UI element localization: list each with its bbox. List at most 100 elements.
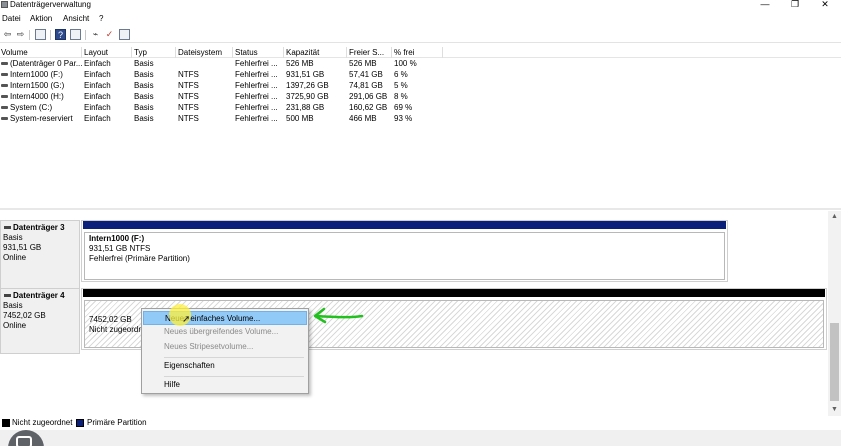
cell-volume: Intern4000 (H:) — [0, 91, 82, 102]
volume-name: System (C:) — [10, 103, 53, 112]
disk-management-app-icon — [1, 1, 8, 8]
cell-prozent-frei: 100 % — [394, 59, 417, 68]
scroll-down-icon[interactable]: ▼ — [828, 404, 841, 416]
context-menu: Neues einfaches Volume... Neues übergrei… — [141, 308, 309, 394]
forward-arrow-icon[interactable]: ⇨ — [15, 29, 26, 40]
cell-dateisystem: NTFS — [178, 103, 199, 112]
volume-name: Intern1000 (F:) — [10, 70, 63, 79]
properties-icon[interactable] — [35, 29, 46, 40]
table-row[interactable]: System (C:) Einfach Basis NTFS Fehlerfrei ..… — [0, 102, 841, 113]
cell-prozent-frei: 5 % — [394, 81, 408, 90]
cell-kapazitaet: 231,88 GB — [286, 103, 325, 112]
cell-volume: (Datenträger 0 Par... — [0, 58, 82, 69]
help-icon[interactable]: ? — [55, 29, 66, 40]
cell-typ: Basis — [134, 70, 154, 79]
check-icon[interactable]: ✓ — [104, 29, 115, 40]
disk-3-label[interactable]: Datenträger 3 Basis 931,51 GB Online — [0, 220, 80, 295]
cell-kapazitaet: 500 MB — [286, 114, 314, 123]
volume-name: Intern1500 (G:) — [10, 81, 65, 90]
legend: Nicht zugeordnet Primäre Partition — [0, 417, 841, 429]
format-icon[interactable] — [119, 29, 130, 40]
pane-splitter[interactable] — [0, 208, 841, 210]
back-arrow-icon[interactable]: ⇦ — [2, 29, 13, 40]
unallocated-bar — [83, 289, 825, 297]
col-volume[interactable]: Volume — [0, 47, 82, 58]
maximize-button[interactable]: ❐ — [780, 0, 810, 11]
disk-graphical-view: Datenträger 3 Basis 931,51 GB Online Int… — [0, 211, 841, 416]
minimize-button[interactable]: — — [750, 0, 780, 11]
cell-freier-speicher: 291,06 GB — [349, 92, 388, 101]
volume-table: Volume Layout Typ Dateisystem Status Kap… — [0, 47, 841, 124]
table-row[interactable]: System-reserviert Einfach Basis NTFS Fehlerf… — [0, 113, 841, 124]
col-freier-speicher[interactable]: Freier S... — [348, 47, 392, 58]
scroll-up-icon[interactable]: ▲ — [828, 211, 841, 223]
cell-layout: Einfach — [84, 81, 111, 90]
menu-datei[interactable]: Datei — [2, 14, 21, 23]
col-layout[interactable]: Layout — [83, 47, 132, 58]
partition-name: Intern1000 (F:) — [89, 234, 145, 243]
menu-item-hilfe[interactable]: Hilfe — [143, 378, 307, 392]
cell-prozent-frei: 93 % — [394, 114, 413, 123]
cell-dateisystem — [177, 58, 233, 69]
toolbar-separator — [29, 30, 30, 40]
cell-volume: Intern1500 (G:) — [0, 80, 82, 91]
col-typ[interactable]: Typ — [133, 47, 176, 58]
col-status[interactable]: Status — [234, 47, 284, 58]
menu-item-neues-stripesetvolume[interactable]: Neues Stripesetvolume... — [143, 340, 307, 354]
legend-unallocated-swatch — [2, 419, 10, 427]
volume-icon — [1, 84, 8, 88]
volume-icon — [1, 73, 8, 77]
cell-dateisystem: NTFS — [178, 114, 199, 123]
cell-freier-speicher: 160,62 GB — [349, 103, 388, 112]
cell-status: Fehlerfrei ... — [235, 103, 278, 112]
vertical-scrollbar[interactable]: ▲ ▼ — [828, 211, 841, 416]
primary-partition-bar — [83, 221, 726, 229]
cell-kapazitaet: 931,51 GB — [286, 70, 325, 79]
toolbar-separator — [50, 30, 51, 40]
table-row[interactable]: Intern4000 (H:) Einfach Basis NTFS Fehlerfre… — [0, 91, 841, 102]
cell-volume: System (C:) — [0, 102, 82, 113]
table-header: Volume Layout Typ Dateisystem Status Kap… — [0, 47, 841, 58]
green-arrow-annotation-icon — [313, 307, 364, 324]
disk-4-type: Basis — [3, 301, 23, 310]
table-row[interactable]: Intern1000 (F:) Einfach Basis NTFS Fehlerfre… — [0, 69, 841, 80]
table-row[interactable]: (Datenträger 0 Par... Einfach Basis Fehlerf… — [0, 58, 841, 69]
scrollbar-thumb[interactable] — [830, 323, 839, 401]
cell-layout: Einfach — [84, 59, 111, 68]
cell-dateisystem: NTFS — [178, 92, 199, 101]
disk-3-name: Datenträger 3 — [13, 223, 65, 232]
menu-item-neues-einfaches-volume[interactable]: Neues einfaches Volume... — [143, 311, 307, 325]
cell-kapazitaet: 526 MB — [286, 59, 314, 68]
col-prozent-frei[interactable]: % frei — [393, 47, 443, 58]
volume-name: Intern4000 (H:) — [10, 92, 64, 101]
cell-freier-speicher: 74,81 GB — [349, 81, 383, 90]
menu-item-eigenschaften[interactable]: Eigenschaften — [143, 359, 307, 373]
cell-dateisystem: NTFS — [178, 81, 199, 90]
cell-status: Fehlerfrei ... — [235, 70, 278, 79]
col-kapazitaet[interactable]: Kapazität — [285, 47, 347, 58]
menu-aktion[interactable]: Aktion — [30, 14, 52, 23]
disk-4-label[interactable]: Datenträger 4 Basis 7452,02 GB Online — [0, 288, 80, 354]
volume-icon — [1, 95, 8, 99]
connect-icon[interactable]: ⌁ — [90, 29, 101, 40]
cell-typ: Basis — [134, 103, 154, 112]
table-row[interactable]: Intern1500 (G:) Einfach Basis NTFS Fehlerfre… — [0, 80, 841, 91]
disk-icon — [4, 293, 11, 297]
cell-typ: Basis — [134, 81, 154, 90]
cell-freier-speicher: 526 MB — [349, 59, 377, 68]
menu-item-neues-uebergreifendes-volume[interactable]: Neues übergreifendes Volume... — [143, 325, 307, 339]
window-title: Datenträgerverwaltung — [10, 0, 91, 9]
cell-freier-speicher: 57,41 GB — [349, 70, 383, 79]
disk-4-name-row: Datenträger 4 — [3, 291, 77, 301]
col-dateisystem[interactable]: Dateisystem — [177, 47, 233, 58]
cell-status: Fehlerfrei ... — [235, 114, 278, 123]
partition-intern1000[interactable]: Intern1000 (F:) 931,51 GB NTFS Fehlerfre… — [84, 232, 725, 280]
partition-status: Fehlerfrei (Primäre Partition) — [89, 254, 190, 263]
console-tree-icon[interactable] — [70, 29, 81, 40]
legend-primary-swatch — [76, 419, 84, 427]
volume-name: System-reserviert — [10, 114, 73, 123]
close-button[interactable]: ✕ — [810, 0, 840, 11]
menu-ansicht[interactable]: Ansicht — [63, 14, 89, 23]
menu-help[interactable]: ? — [99, 14, 103, 23]
disk-3-status: Online — [3, 253, 27, 262]
